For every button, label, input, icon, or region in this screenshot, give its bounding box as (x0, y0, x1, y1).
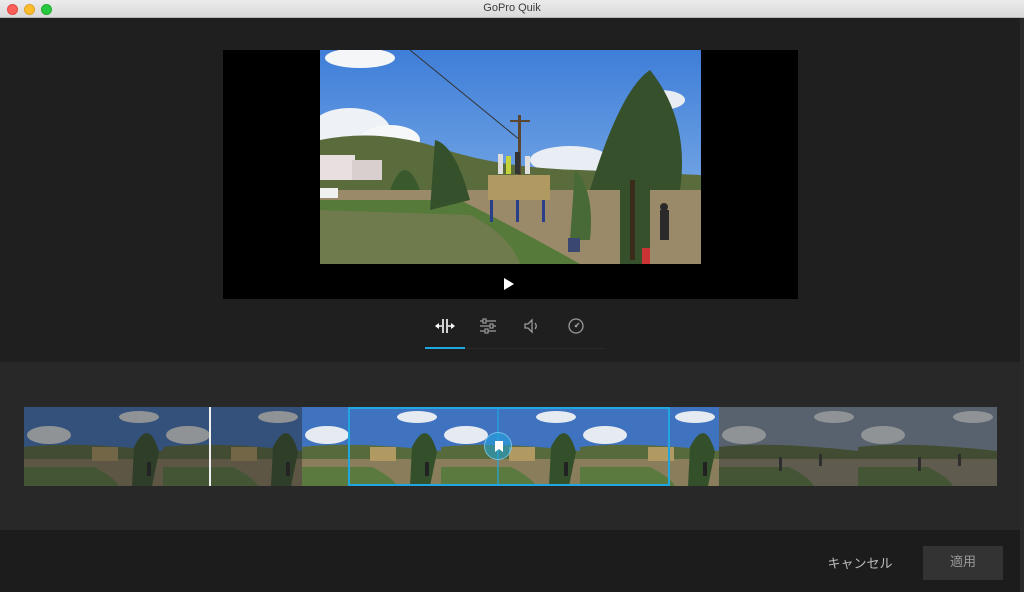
tool-tab-track (465, 348, 605, 349)
tool-trim[interactable] (433, 314, 457, 338)
trim-icon (435, 319, 455, 333)
timeline (0, 362, 1024, 530)
sliders-icon (480, 318, 496, 334)
bookmark-icon (495, 441, 503, 452)
footer-bar: キャンセル 適用 (0, 530, 1024, 592)
active-tool-indicator (425, 347, 465, 349)
video-frame (320, 50, 701, 264)
apply-button[interactable]: 適用 (923, 546, 1003, 580)
edit-tool-tabs (424, 314, 605, 354)
video-player[interactable] (223, 50, 798, 299)
trim-selection-handle[interactable] (484, 432, 512, 460)
editor-area (0, 18, 1024, 362)
tool-adjust[interactable] (476, 314, 500, 338)
play-icon (504, 278, 514, 290)
timeline-playhead[interactable] (209, 407, 211, 486)
window-right-edge (1020, 18, 1024, 592)
filmstrip-thumbnail (858, 407, 997, 486)
window-title: GoPro Quik (483, 2, 541, 14)
speaker-icon (524, 318, 537, 334)
cancel-button[interactable]: キャンセル (820, 553, 900, 573)
filmstrip-thumbnail (24, 407, 163, 486)
filmstrip-thumbnail (163, 407, 302, 486)
speedometer-icon (568, 318, 584, 334)
tool-audio[interactable] (520, 314, 544, 338)
window-titlebar: GoPro Quik (0, 0, 1024, 18)
play-button[interactable] (503, 276, 515, 290)
filmstrip-thumbnail (719, 407, 858, 486)
tool-speed[interactable] (564, 314, 588, 338)
